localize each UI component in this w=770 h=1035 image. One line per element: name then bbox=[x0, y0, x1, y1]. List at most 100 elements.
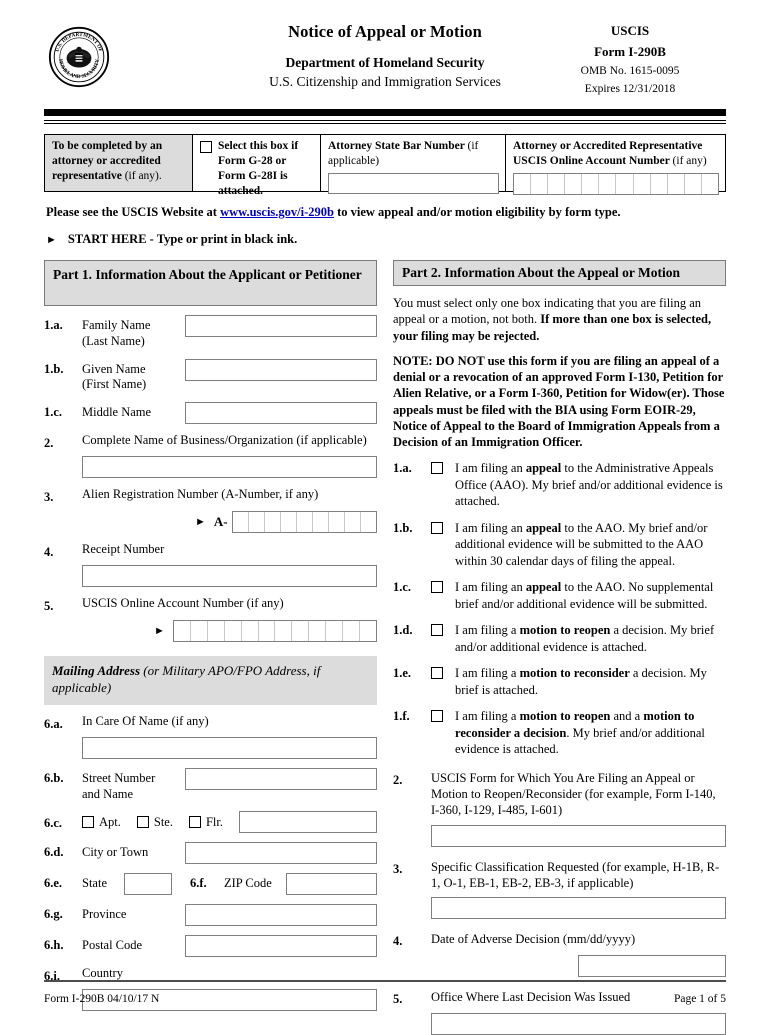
business-name-input[interactable] bbox=[82, 456, 377, 478]
attorney-bar-number-label-text: Attorney State Bar Number bbox=[328, 140, 465, 152]
field-6d-field bbox=[185, 842, 377, 865]
website-notice-prefix: Please see the USCIS Website at bbox=[46, 205, 217, 219]
option-1f-checkbox[interactable] bbox=[431, 710, 443, 723]
option-1a-checkbox[interactable] bbox=[431, 462, 443, 475]
field-4: 4. Receipt Number bbox=[44, 542, 377, 560]
field-6d: 6.d. City or Town bbox=[44, 842, 377, 865]
form-page: U.S. DEPARTMENT OF HOMELAND SECURITY Not… bbox=[44, 0, 726, 1035]
receipt-number-input[interactable] bbox=[82, 565, 377, 587]
option-1e-checkbox[interactable] bbox=[431, 667, 443, 680]
adverse-decision-date-input[interactable] bbox=[578, 955, 726, 977]
option-1a[interactable]: 1.a. I am filing an appeal to the Admini… bbox=[393, 460, 726, 510]
attorney-instruction-suffix: (if any). bbox=[124, 170, 162, 183]
field-6d-number: 6.d. bbox=[44, 845, 64, 860]
agency-name: U.S. Citizenship and Immigration Service… bbox=[269, 73, 501, 89]
flr-label: Flr. bbox=[205, 814, 224, 829]
attorney-bar-number-label: Attorney State Bar Number (if applicable… bbox=[328, 139, 499, 169]
in-care-of-name-input[interactable] bbox=[82, 736, 377, 759]
option-1c[interactable]: 1.c. I am filing an appeal to the AAO. N… bbox=[393, 579, 726, 612]
attorney-account-comb-input[interactable] bbox=[513, 172, 719, 195]
decision-office-input[interactable] bbox=[431, 1013, 726, 1035]
ste-checkbox[interactable] bbox=[136, 816, 149, 829]
attorney-bar-number-input[interactable] bbox=[328, 172, 499, 194]
field-5-row: ► bbox=[82, 620, 377, 642]
uscis-website-link[interactable]: www.uscis.gov/i-290b bbox=[220, 205, 334, 219]
field-6b-label-line1: Street Number bbox=[82, 770, 156, 785]
classification-requested-input[interactable] bbox=[431, 897, 726, 919]
field-3-label: Alien Registration Number (A-Number, if … bbox=[82, 487, 319, 501]
field-6b-label: Street Number and Name bbox=[82, 768, 185, 803]
question-3-number: 3. bbox=[393, 861, 403, 876]
field-3-number: 3. bbox=[44, 490, 54, 504]
field-6f-number: 6.f. bbox=[190, 876, 207, 891]
attorney-section: To be completed by an attorney or accred… bbox=[44, 134, 726, 197]
g28-attached-row[interactable]: Select this box if Form G-28 or Form G-2… bbox=[193, 135, 321, 197]
g28-attached-checkbox[interactable] bbox=[200, 141, 212, 153]
middle-name-input[interactable] bbox=[185, 402, 377, 424]
field-4-label: Receipt Number bbox=[82, 542, 165, 556]
uscis-account-comb-input[interactable] bbox=[172, 620, 377, 642]
apt-option[interactable]: Apt. bbox=[82, 815, 121, 830]
field-3: 3. Alien Registration Number (A-Number, … bbox=[44, 487, 377, 505]
triangle-right-icon: ► bbox=[154, 624, 165, 637]
option-1e-number: 1.e. bbox=[393, 666, 412, 681]
city-or-town-input[interactable] bbox=[185, 842, 377, 865]
option-1b-checkbox[interactable] bbox=[431, 521, 443, 534]
field-6b-number: 6.b. bbox=[44, 770, 64, 785]
attorney-bar-number-group: Attorney State Bar Number (if applicable… bbox=[321, 135, 506, 194]
option-1a-bold1: appeal bbox=[525, 461, 562, 476]
field-1a: 1.a. Family Name (Last Name) bbox=[44, 315, 377, 350]
attorney-instruction: To be completed by an attorney or accred… bbox=[45, 135, 193, 191]
province-input[interactable] bbox=[185, 904, 377, 927]
field-4-number: 4. bbox=[44, 545, 54, 559]
field-1c: 1.c. Middle Name bbox=[44, 402, 377, 424]
field-1a-field bbox=[185, 315, 377, 337]
state-input[interactable] bbox=[124, 873, 172, 896]
agency-abbrev: USCIS bbox=[610, 23, 650, 38]
alien-number-comb-input[interactable] bbox=[231, 511, 377, 533]
apt-checkbox[interactable] bbox=[82, 816, 94, 829]
field-1b-number: 1.b. bbox=[44, 361, 64, 376]
field-6b-field bbox=[185, 767, 377, 790]
given-name-input[interactable] bbox=[185, 358, 377, 381]
question-4-number: 4. bbox=[393, 934, 403, 948]
field-6a-label: In Care Of Name (if any) bbox=[82, 713, 209, 728]
option-1b-label: I am filing an appeal to the AAO. My bri… bbox=[455, 520, 726, 570]
start-here-notice: ► START HERE - Type or print in black in… bbox=[44, 232, 726, 247]
street-number-name-input[interactable] bbox=[185, 767, 377, 790]
question-4: 4. Date of Adverse Decision (mm/dd/yyyy) bbox=[393, 931, 726, 949]
field-6f-label: ZIP Code bbox=[224, 876, 272, 891]
question-2-label: USCIS Form for Which You Are Filing an A… bbox=[431, 770, 716, 818]
option-1c-number: 1.c. bbox=[393, 580, 412, 595]
postal-code-input[interactable] bbox=[185, 935, 377, 958]
field-6a: 6.a. In Care Of Name (if any) bbox=[44, 714, 377, 732]
option-1c-bold1: appeal bbox=[525, 580, 562, 595]
field-6h-field bbox=[185, 935, 377, 958]
g28-attached-label: Select this box if Form G-28 or Form G-2… bbox=[218, 140, 299, 197]
flr-checkbox[interactable] bbox=[188, 816, 201, 829]
flr-option[interactable]: Flr. bbox=[188, 814, 224, 830]
option-1e[interactable]: 1.e. I am filing a motion to reconsider … bbox=[393, 665, 726, 698]
right-column: Part 2. Information About the Appeal or … bbox=[393, 260, 726, 1035]
uscis-form-type-input[interactable] bbox=[431, 824, 726, 847]
question-3: 3. Specific Classification Requested (fo… bbox=[393, 859, 726, 892]
family-name-input[interactable] bbox=[185, 315, 377, 337]
option-1d[interactable]: 1.d. I am filing a motion to reopen a de… bbox=[393, 622, 726, 655]
field-1b-label-line1: Given Name bbox=[82, 361, 146, 376]
zip-code-input[interactable] bbox=[286, 873, 377, 896]
page-title: Notice of Appeal or Motion bbox=[288, 22, 482, 41]
option-1f-text2: and a bbox=[610, 709, 644, 724]
field-1a-label-line1: Family Name bbox=[82, 318, 151, 332]
option-1f[interactable]: 1.f. I am filing a motion to reopen and … bbox=[393, 708, 726, 758]
page-footer: Form I-290B 04/10/17 N Page 1 of 5 bbox=[44, 993, 726, 1005]
field-5: 5. USCIS Online Account Number (if any) bbox=[44, 596, 377, 614]
option-1c-checkbox[interactable] bbox=[431, 581, 443, 594]
apt-ste-flr-number-input[interactable] bbox=[239, 811, 377, 834]
question-3-label: Specific Classification Requested (for e… bbox=[431, 859, 720, 890]
option-1b-bold1: appeal bbox=[525, 520, 562, 535]
option-1f-label: I am filing a motion to reopen and a mot… bbox=[455, 708, 726, 758]
ste-option[interactable]: Ste. bbox=[136, 815, 173, 830]
option-1b[interactable]: 1.b. I am filing an appeal to the AAO. M… bbox=[393, 520, 726, 570]
option-1d-checkbox[interactable] bbox=[431, 624, 443, 637]
field-6h: 6.h. Postal Code bbox=[44, 935, 377, 958]
